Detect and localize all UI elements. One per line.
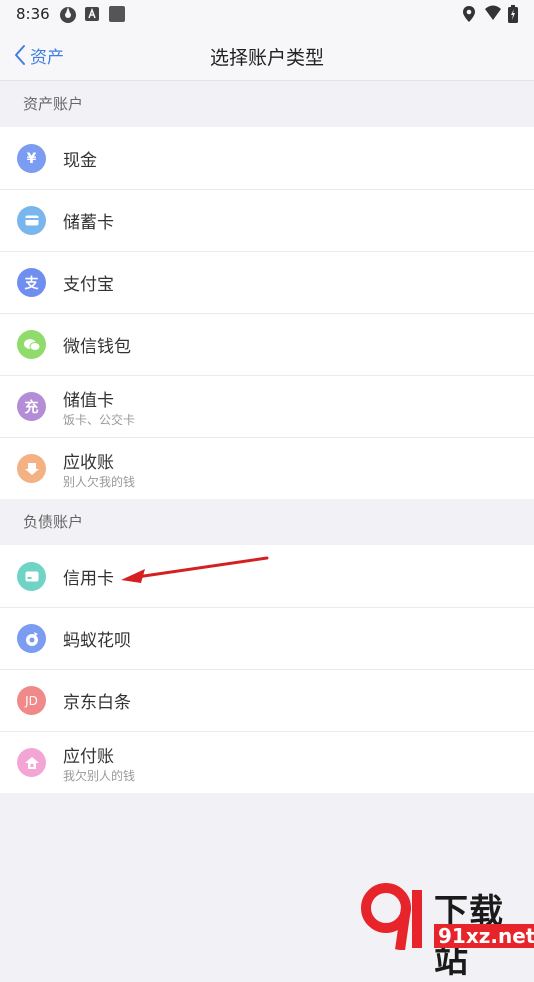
account-type-label: 蚂蚁花呗 [63,631,131,651]
account-type-label: 储值卡 [63,391,114,411]
account-type-label: 信用卡 [63,569,114,589]
account-type-sublabel: 我欠别人的钱 [63,769,136,783]
account-type-label: 微信钱包 [63,337,131,357]
account-type-label: 储蓄卡 [63,213,114,233]
section-header-liabilities: 负债账户 [0,499,534,545]
card-icon [17,206,46,235]
page-title: 选择账户类型 [209,47,324,69]
credit-card-icon [17,562,46,591]
status-time: 8:36 [16,5,50,23]
account-type-label: 现金 [63,151,97,171]
account-type-wechat[interactable]: 微信钱包 [0,313,534,375]
huabei-icon [17,624,46,653]
account-type-cash[interactable]: ¥ 现金 [0,127,534,189]
font-icon [84,5,100,27]
watermark-91-icon [361,883,422,950]
liability-account-list: 信用卡 蚂蚁花呗 JD 京东白条 应付账 我欠别人的钱 [0,545,534,793]
account-type-sublabel: 别人欠我的钱 [63,475,136,489]
account-type-sublabel: 饭卡、公交卡 [63,413,136,427]
account-type-stored-value[interactable]: 充 储值卡 饭卡、公交卡 [0,375,534,437]
watermark-logo: 下载站 91xz.net [360,880,534,981]
nav-bar: 资产 选择账户类型 [0,30,534,81]
account-type-label: 应付账 [63,747,114,767]
status-bar: 8:36 [0,0,534,30]
wifi-icon [484,5,502,25]
jd-icon: JD [17,686,46,715]
account-type-credit-card[interactable]: 信用卡 [0,545,534,607]
account-type-huabei[interactable]: 蚂蚁花呗 [0,607,534,669]
yen-icon: ¥ [17,144,46,173]
account-type-receivable[interactable]: 应收账 别人欠我的钱 [0,437,534,499]
account-type-payable[interactable]: 应付账 我欠别人的钱 [0,731,534,793]
account-type-debit-card[interactable]: 储蓄卡 [0,189,534,251]
payable-icon [17,748,46,777]
account-type-label: 支付宝 [63,275,114,295]
square-icon [108,5,126,27]
account-type-label: 京东白条 [63,693,131,713]
account-type-jd-baitiao[interactable]: JD 京东白条 [0,669,534,731]
account-type-label: 应收账 [63,453,114,473]
section-header-assets: 资产账户 [0,81,534,127]
location-icon [462,5,476,27]
watermark-top-text: 下载站 [434,892,504,981]
wechat-icon [17,330,46,359]
recharge-icon: 充 [17,392,46,421]
watermark-bottom-text: 91xz.net [434,924,534,948]
account-type-alipay[interactable]: 支 支付宝 [0,251,534,313]
sync-icon [58,5,78,29]
battery-icon [508,5,518,27]
asset-account-list: ¥ 现金 储蓄卡 支 支付宝 微信钱包 充 储值卡 饭卡、公交卡 应收账 别人欠… [0,127,534,499]
alipay-icon: 支 [17,268,46,297]
receivable-icon [17,454,46,483]
